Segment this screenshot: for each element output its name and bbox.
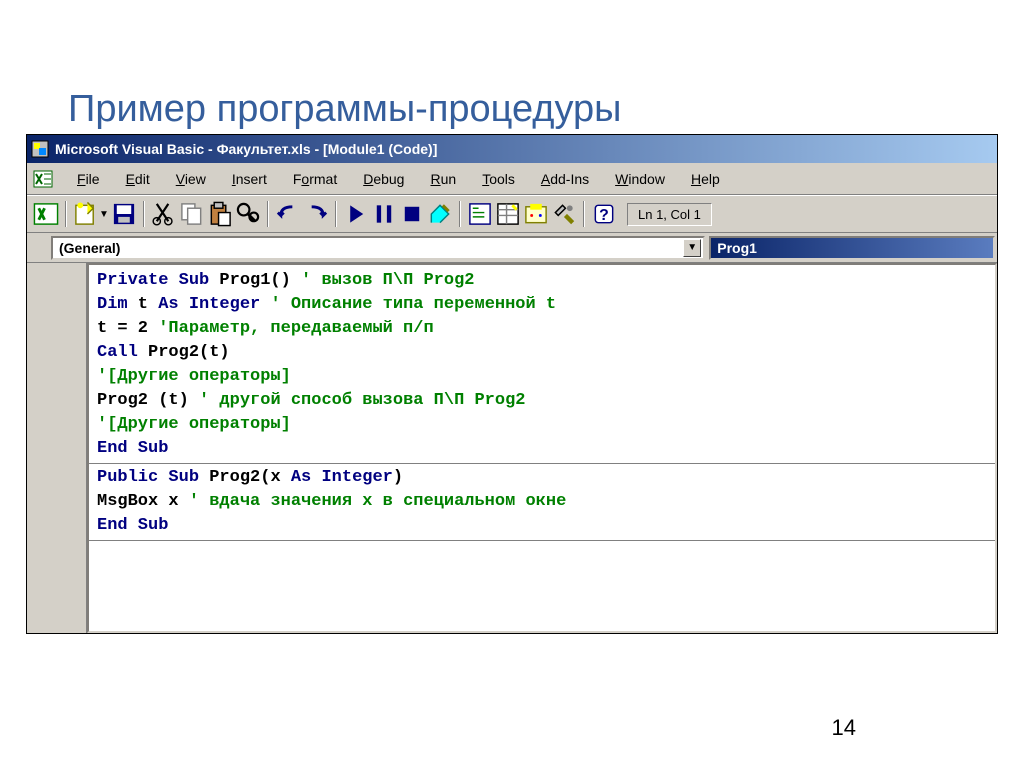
page-number: 14 — [832, 715, 856, 741]
margin-indicator-bar[interactable] — [27, 263, 87, 633]
properties-button[interactable] — [495, 201, 521, 227]
menu-window[interactable]: Window — [603, 169, 677, 189]
procedure-separator — [89, 540, 995, 541]
undo-button[interactable] — [275, 201, 301, 227]
code-line: t = 2 'Параметр, передаваемый п/п — [97, 317, 987, 341]
menu-file[interactable]: File — [65, 169, 112, 189]
code-line: Private Sub Prog1() ' вызов П\П Prog2 — [97, 269, 987, 293]
menu-insert[interactable]: Insert — [220, 169, 279, 189]
svg-text:?: ? — [599, 207, 609, 224]
separator — [459, 201, 461, 227]
code-line: Public Sub Prog2(x As Integer) — [97, 466, 987, 490]
menu-edit[interactable]: Edit — [114, 169, 162, 189]
app-icon — [31, 140, 49, 158]
menu-view[interactable]: View — [164, 169, 218, 189]
menu-help[interactable]: Help — [679, 169, 732, 189]
excel-icon — [33, 169, 53, 189]
find-button[interactable] — [235, 201, 261, 227]
procedure-selector-value: Prog1 — [717, 240, 757, 256]
menu-addins[interactable]: Add-Ins — [529, 169, 601, 189]
code-line: End Sub — [97, 514, 987, 538]
procedure-separator — [89, 463, 995, 464]
separator — [65, 201, 67, 227]
object-browser-button[interactable] — [523, 201, 549, 227]
code-selectors: (General) ▼ Prog1 — [27, 233, 997, 263]
object-selector-value: (General) — [59, 240, 120, 256]
separator — [583, 201, 585, 227]
menu-format[interactable]: Format — [281, 169, 349, 189]
copy-button[interactable] — [179, 201, 205, 227]
reset-button[interactable] — [399, 201, 425, 227]
toolbar: ▼ — [27, 195, 997, 233]
code-editor[interactable]: Private Sub Prog1() ' вызов П\П Prog2 Di… — [87, 263, 997, 633]
code-line: '[Другие операторы] — [97, 413, 987, 437]
design-mode-button[interactable] — [427, 201, 453, 227]
insert-module-button[interactable] — [73, 201, 99, 227]
help-button[interactable]: ? — [591, 201, 617, 227]
menu-debug[interactable]: Debug — [351, 169, 416, 189]
code-line: Prog2 (t) ' другой способ вызова П\П Pro… — [97, 389, 987, 413]
menu-run[interactable]: Run — [418, 169, 468, 189]
separator — [143, 201, 145, 227]
dropdown-arrow-icon[interactable]: ▼ — [683, 239, 701, 257]
paste-button[interactable] — [207, 201, 233, 227]
object-selector[interactable]: (General) ▼ — [51, 236, 705, 260]
cursor-position: Ln 1, Col 1 — [627, 203, 712, 226]
titlebar[interactable]: Microsoft Visual Basic - Факультет.xls -… — [27, 135, 997, 163]
cut-button[interactable] — [151, 201, 177, 227]
save-button[interactable] — [111, 201, 137, 227]
separator — [335, 201, 337, 227]
code-line: MsgBox x ' вдача значения x в специально… — [97, 490, 987, 514]
separator — [267, 201, 269, 227]
project-explorer-button[interactable] — [467, 201, 493, 227]
code-line: Call Prog2(t) — [97, 341, 987, 365]
procedure-selector[interactable]: Prog1 — [709, 236, 995, 260]
vb-ide-window: Microsoft Visual Basic - Факультет.xls -… — [26, 134, 998, 634]
toolbox-button[interactable] — [551, 201, 577, 227]
code-line: End Sub — [97, 437, 987, 461]
slide-title: Пример программы-процедуры — [68, 88, 622, 131]
titlebar-text: Microsoft Visual Basic - Факультет.xls -… — [55, 141, 437, 157]
editor-wrap: Private Sub Prog1() ' вызов П\П Prog2 Di… — [27, 263, 997, 633]
run-button[interactable] — [343, 201, 369, 227]
menu-tools[interactable]: Tools — [470, 169, 527, 189]
code-line: '[Другие операторы] — [97, 365, 987, 389]
break-button[interactable] — [371, 201, 397, 227]
view-excel-button[interactable] — [33, 201, 59, 227]
code-line: Dim t As Integer ' Описание типа перемен… — [97, 293, 987, 317]
dropdown-arrow-icon[interactable]: ▼ — [99, 209, 109, 220]
menubar: File Edit View Insert Format Debug Run T… — [27, 163, 997, 195]
redo-button[interactable] — [303, 201, 329, 227]
